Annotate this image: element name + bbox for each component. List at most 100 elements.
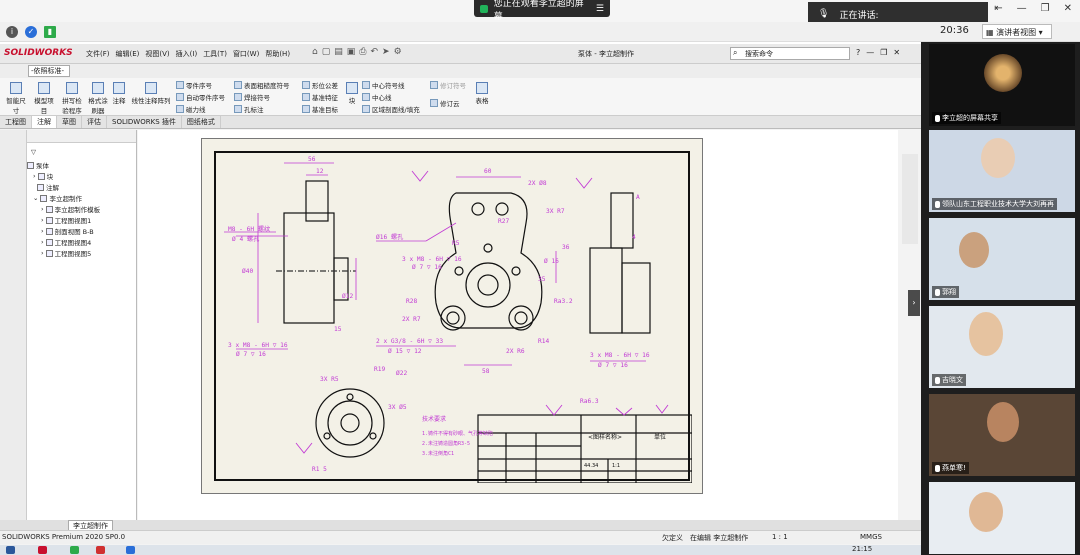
tree-root[interactable]: 泵体 (27, 160, 49, 170)
surface-finish-button[interactable]: 表面粗糙度符号 (234, 80, 290, 90)
mic-icon (935, 288, 940, 296)
participant-tile-2[interactable]: 领队山东工程职业技术大学大刘再再 (929, 130, 1075, 212)
dim-d12: Ø12 (342, 292, 353, 300)
revision-cloud-button[interactable]: 修订云 (430, 98, 460, 108)
spell-check-button[interactable]: 拼写检验程序 (60, 82, 84, 115)
center-mark-button[interactable]: 中心符号线 (362, 80, 405, 90)
home-icon[interactable]: ⌂ (312, 47, 318, 57)
pin-icon[interactable]: ⇤ (994, 3, 1002, 14)
tech-req-1: 1.铸件不得有砂眼、气孔等缺陷 (422, 430, 493, 437)
minimize-icon[interactable]: — (1017, 3, 1027, 14)
tree-item-sheet[interactable]: ⌄ 李立超制作 (33, 193, 82, 203)
tree-item-view4[interactable]: › 工程图视图4 (41, 237, 91, 247)
table-button[interactable]: 表格 (474, 82, 490, 105)
geometric-tolerance-button[interactable]: 形位公差 (302, 80, 338, 90)
hole-callout-button[interactable]: 孔标注 (234, 104, 264, 114)
tree-item-view1[interactable]: › 工程图视图1 (41, 215, 91, 225)
status-scale[interactable]: 1 : 1 (772, 533, 788, 541)
rebuild-icon[interactable]: ⚙ (394, 47, 402, 57)
minimize-icon[interactable]: — (866, 48, 874, 57)
menu-tools[interactable]: 工具(T) (203, 49, 227, 59)
menu-insert[interactable]: 插入(I) (176, 49, 198, 59)
status-state: 欠定义 (662, 534, 683, 542)
share-banner[interactable]: 您正在观看李立超的屏幕 ☰ (474, 0, 610, 22)
tab-annotation[interactable]: 注解 (32, 116, 57, 128)
left-icon-strip (0, 130, 27, 530)
dim-d4: Ø 4 螺孔 (232, 235, 259, 243)
tree-item-annotations[interactable]: 注解 (37, 182, 59, 192)
maximize-icon[interactable]: ❐ (1041, 3, 1050, 14)
avatar (987, 402, 1019, 442)
dim-60: 60 (484, 168, 492, 175)
meeting-task-icon[interactable] (126, 546, 135, 554)
restore-icon[interactable]: ❐ (880, 48, 887, 57)
tree-item-template[interactable]: › 李立超制作模板 (41, 204, 100, 214)
solidworks-task-icon[interactable] (38, 546, 47, 554)
filter-icon[interactable]: ▽ (31, 148, 36, 156)
wps-task-icon[interactable] (96, 546, 105, 554)
status-units[interactable]: MMGS (860, 533, 882, 541)
participant-tile-6[interactable] (929, 482, 1075, 554)
area-hatch-button[interactable]: 区域剖面线/填充 (362, 104, 420, 114)
panel-collapse-button[interactable]: › (908, 290, 920, 316)
participant-tile-5[interactable]: 燕单寒! (929, 394, 1075, 476)
tab-evaluate[interactable]: 评估 (82, 116, 107, 128)
format-painter-button[interactable]: 格式涂刷器 (86, 82, 110, 115)
participant-tile-4[interactable]: 吉晓文 (929, 306, 1075, 388)
title-block-name: <图样名称> (588, 433, 622, 441)
task-pane-strip[interactable] (902, 154, 918, 244)
info-icon[interactable]: i (6, 26, 18, 38)
standard-bar: -依照标准- (0, 64, 921, 78)
menu-help[interactable]: 帮助(H) (265, 49, 290, 59)
weld-symbol-button[interactable]: 焊接符号 (234, 92, 270, 102)
revision-symbol-button[interactable]: 修订符号 (430, 80, 466, 90)
participant-tile-share[interactable]: 李立超的屏幕共享 (929, 44, 1075, 126)
close-icon[interactable]: ✕ (893, 48, 900, 57)
dim-r28: R28 (406, 298, 417, 305)
mic-icon (935, 200, 940, 208)
print-icon[interactable]: ⎙ (359, 47, 366, 57)
select-icon[interactable]: ➤ (382, 47, 390, 57)
dim-d16: Ø 16 (544, 257, 559, 265)
dim-d15: Ø 15 ▽ 12 (388, 347, 422, 355)
open-icon[interactable]: ▤ (334, 47, 343, 57)
start-icon[interactable] (6, 546, 15, 554)
centerline-button[interactable]: 中心线 (362, 92, 392, 102)
linear-note-pattern-button[interactable]: 线性注释阵列 (130, 82, 172, 105)
more-icon[interactable]: ☰ (596, 4, 604, 14)
note-button[interactable]: 注释 (110, 82, 128, 105)
help-icon[interactable]: ? (856, 48, 860, 57)
search-commands[interactable]: ⌕ 搜索命令 (730, 47, 850, 60)
tree-item-blocks[interactable]: › 块 (33, 171, 53, 181)
title-block (477, 414, 692, 483)
menu-edit[interactable]: 编辑(E) (116, 49, 140, 59)
tab-addins[interactable]: SOLIDWORKS 插件 (107, 116, 182, 128)
model-items-button[interactable]: 模型项目 (32, 82, 56, 115)
menu-file[interactable]: 文件(F) (86, 49, 110, 59)
menu-view[interactable]: 视图(V) (145, 49, 169, 59)
presenter-view-select[interactable]: ▦ 演讲者视图 ▾ (982, 24, 1052, 39)
undo-icon[interactable]: ↶ (370, 47, 378, 57)
tree-item-section-bb[interactable]: › 剖面视图 B-B (41, 226, 94, 236)
tab-sketch[interactable]: 草图 (57, 116, 82, 128)
participant-tile-3[interactable]: 郭翔 (929, 218, 1075, 300)
tab-drawing[interactable]: 工程图 (0, 116, 32, 128)
menu-window[interactable]: 窗口(W) (233, 49, 259, 59)
standard-dropdown[interactable]: -依照标准- (28, 65, 70, 77)
magnetic-line-button[interactable]: 磁力线 (176, 104, 206, 114)
wechat-task-icon[interactable] (70, 546, 79, 554)
tree-item-view5[interactable]: › 工程图视图5 (41, 248, 91, 258)
balloon-button[interactable]: 零件序号 (176, 80, 212, 90)
datum-target-button[interactable]: 基准目标 (302, 104, 338, 114)
new-icon[interactable]: ▢ (322, 47, 331, 57)
shield-icon[interactable]: ✓ (25, 26, 37, 38)
datum-feature-button[interactable]: 基准特征 (302, 92, 338, 102)
block-button[interactable]: 块 (346, 82, 358, 105)
auto-balloon-button[interactable]: 自动零件序号 (176, 92, 225, 102)
smart-dimension-button[interactable]: 智能尺寸 (4, 82, 28, 115)
signal-icon[interactable]: ▮ (44, 26, 56, 38)
close-icon[interactable]: ✕ (1064, 3, 1072, 14)
drawing-sheet[interactable]: 56 12 M8 - 6H 螺纹 Ø 4 螺孔 Ø40 Ø12 15 3 x M… (201, 138, 703, 494)
save-icon[interactable]: ▣ (347, 47, 356, 57)
tab-sheet-format[interactable]: 图纸格式 (182, 116, 221, 128)
